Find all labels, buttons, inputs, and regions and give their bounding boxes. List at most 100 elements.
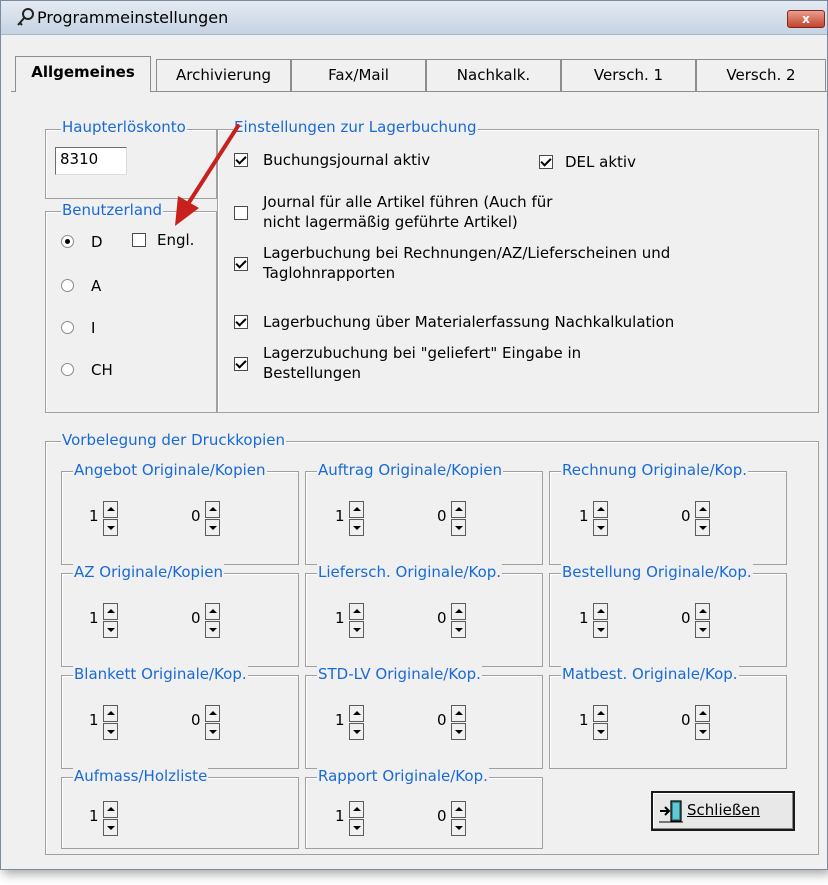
originale-spinner[interactable] — [593, 705, 608, 741]
originale-spinner[interactable] — [103, 801, 118, 837]
spin-down-arrow-icon[interactable] — [103, 621, 118, 638]
spin-down-arrow-icon[interactable] — [349, 723, 364, 740]
kopien-spinner[interactable] — [451, 501, 466, 537]
kopien-spinner[interactable] — [451, 801, 466, 837]
lagerzubuchung-checkbox[interactable] — [234, 357, 248, 371]
kopien-spinner[interactable] — [451, 705, 466, 741]
spin-up-arrow-icon[interactable] — [103, 501, 118, 518]
spin-down-arrow-icon[interactable] — [451, 519, 466, 536]
close-button[interactable]: Schließen — [651, 791, 795, 831]
spin-down-arrow-icon[interactable] — [103, 819, 118, 836]
spin-up-arrow-icon[interactable] — [593, 603, 608, 620]
kopien-value[interactable]: 0 — [191, 711, 201, 729]
originale-value[interactable]: 1 — [89, 711, 99, 729]
spin-up-arrow-icon[interactable] — [103, 603, 118, 620]
originale-value[interactable]: 1 — [89, 609, 99, 627]
spin-down-arrow-icon[interactable] — [695, 723, 710, 740]
originale-value[interactable]: 1 — [89, 507, 99, 525]
originale-spinner[interactable] — [349, 705, 364, 741]
kopien-value[interactable]: 0 — [437, 807, 447, 825]
spin-up-arrow-icon[interactable] — [451, 801, 466, 818]
originale-value[interactable]: 1 — [579, 711, 589, 729]
spin-down-arrow-icon[interactable] — [103, 723, 118, 740]
spin-up-arrow-icon[interactable] — [205, 603, 220, 620]
spin-up-arrow-icon[interactable] — [695, 705, 710, 722]
radio-i[interactable] — [61, 321, 74, 334]
originale-spinner[interactable] — [593, 501, 608, 537]
spin-down-arrow-icon[interactable] — [593, 621, 608, 638]
kopien-spinner[interactable] — [205, 603, 220, 639]
kopien-value[interactable]: 0 — [191, 507, 201, 525]
title-bar[interactable]: Programmeinstellungen x — [1, 1, 827, 35]
tab-fax-mail[interactable]: Fax/Mail — [291, 59, 426, 91]
spin-down-arrow-icon[interactable] — [349, 519, 364, 536]
kopien-value[interactable]: 0 — [437, 711, 447, 729]
tab-versch-2[interactable]: Versch. 2 — [696, 59, 826, 91]
radio-ch[interactable] — [61, 363, 74, 376]
engl-checkbox[interactable] — [132, 233, 146, 247]
originale-value[interactable]: 1 — [579, 507, 589, 525]
spin-up-arrow-icon[interactable] — [103, 801, 118, 818]
kopien-spinner[interactable] — [205, 705, 220, 741]
kopien-spinner[interactable] — [205, 501, 220, 537]
spin-down-arrow-icon[interactable] — [205, 621, 220, 638]
kopien-spinner[interactable] — [695, 501, 710, 537]
spin-down-arrow-icon[interactable] — [695, 519, 710, 536]
tab-nachkalk[interactable]: Nachkalk. — [426, 59, 561, 91]
originale-spinner[interactable] — [349, 603, 364, 639]
kopien-value[interactable]: 0 — [437, 609, 447, 627]
originale-value[interactable]: 1 — [335, 609, 345, 627]
materialerfassung-checkbox[interactable] — [234, 315, 248, 329]
spin-up-arrow-icon[interactable] — [349, 501, 364, 518]
originale-spinner[interactable] — [103, 603, 118, 639]
originale-spinner[interactable] — [349, 501, 364, 537]
haupterloeskonto-input[interactable]: 8310 — [55, 147, 127, 175]
spin-up-arrow-icon[interactable] — [451, 501, 466, 518]
originale-spinner[interactable] — [103, 501, 118, 537]
spin-down-arrow-icon[interactable] — [205, 723, 220, 740]
lagerbuchung-rechnungen-checkbox[interactable] — [234, 257, 248, 271]
spin-down-arrow-icon[interactable] — [349, 621, 364, 638]
buchungsjournal-checkbox[interactable] — [234, 153, 248, 167]
spin-down-arrow-icon[interactable] — [451, 819, 466, 836]
spin-up-arrow-icon[interactable] — [695, 501, 710, 518]
originale-spinner[interactable] — [349, 801, 364, 837]
spin-down-arrow-icon[interactable] — [349, 819, 364, 836]
radio-d[interactable] — [61, 235, 74, 248]
spin-up-arrow-icon[interactable] — [349, 801, 364, 818]
spin-up-arrow-icon[interactable] — [593, 705, 608, 722]
journal-alle-artikel-checkbox[interactable] — [234, 206, 248, 220]
spin-up-arrow-icon[interactable] — [451, 705, 466, 722]
kopien-value[interactable]: 0 — [681, 609, 691, 627]
spin-down-arrow-icon[interactable] — [103, 519, 118, 536]
originale-value[interactable]: 1 — [579, 609, 589, 627]
spin-down-arrow-icon[interactable] — [451, 723, 466, 740]
originale-value[interactable]: 1 — [335, 807, 345, 825]
spin-down-arrow-icon[interactable] — [695, 621, 710, 638]
originale-value[interactable]: 1 — [335, 507, 345, 525]
close-window-button[interactable]: x — [787, 10, 825, 28]
kopien-spinner[interactable] — [451, 603, 466, 639]
tab-allgemeines[interactable]: Allgemeines — [15, 56, 151, 92]
kopien-spinner[interactable] — [695, 705, 710, 741]
spin-up-arrow-icon[interactable] — [349, 705, 364, 722]
originale-spinner[interactable] — [593, 603, 608, 639]
kopien-value[interactable]: 0 — [681, 507, 691, 525]
spin-down-arrow-icon[interactable] — [205, 519, 220, 536]
kopien-value[interactable]: 0 — [681, 711, 691, 729]
spin-up-arrow-icon[interactable] — [349, 603, 364, 620]
originale-spinner[interactable] — [103, 705, 118, 741]
spin-up-arrow-icon[interactable] — [593, 501, 608, 518]
del-aktiv-checkbox[interactable] — [539, 155, 553, 169]
spin-up-arrow-icon[interactable] — [103, 705, 118, 722]
tab-archivierung[interactable]: Archivierung — [156, 59, 291, 91]
spin-down-arrow-icon[interactable] — [451, 621, 466, 638]
spin-down-arrow-icon[interactable] — [593, 723, 608, 740]
radio-a[interactable] — [61, 279, 74, 292]
kopien-value[interactable]: 0 — [191, 609, 201, 627]
spin-down-arrow-icon[interactable] — [593, 519, 608, 536]
spin-up-arrow-icon[interactable] — [205, 705, 220, 722]
originale-value[interactable]: 1 — [89, 807, 99, 825]
originale-value[interactable]: 1 — [335, 711, 345, 729]
spin-up-arrow-icon[interactable] — [451, 603, 466, 620]
